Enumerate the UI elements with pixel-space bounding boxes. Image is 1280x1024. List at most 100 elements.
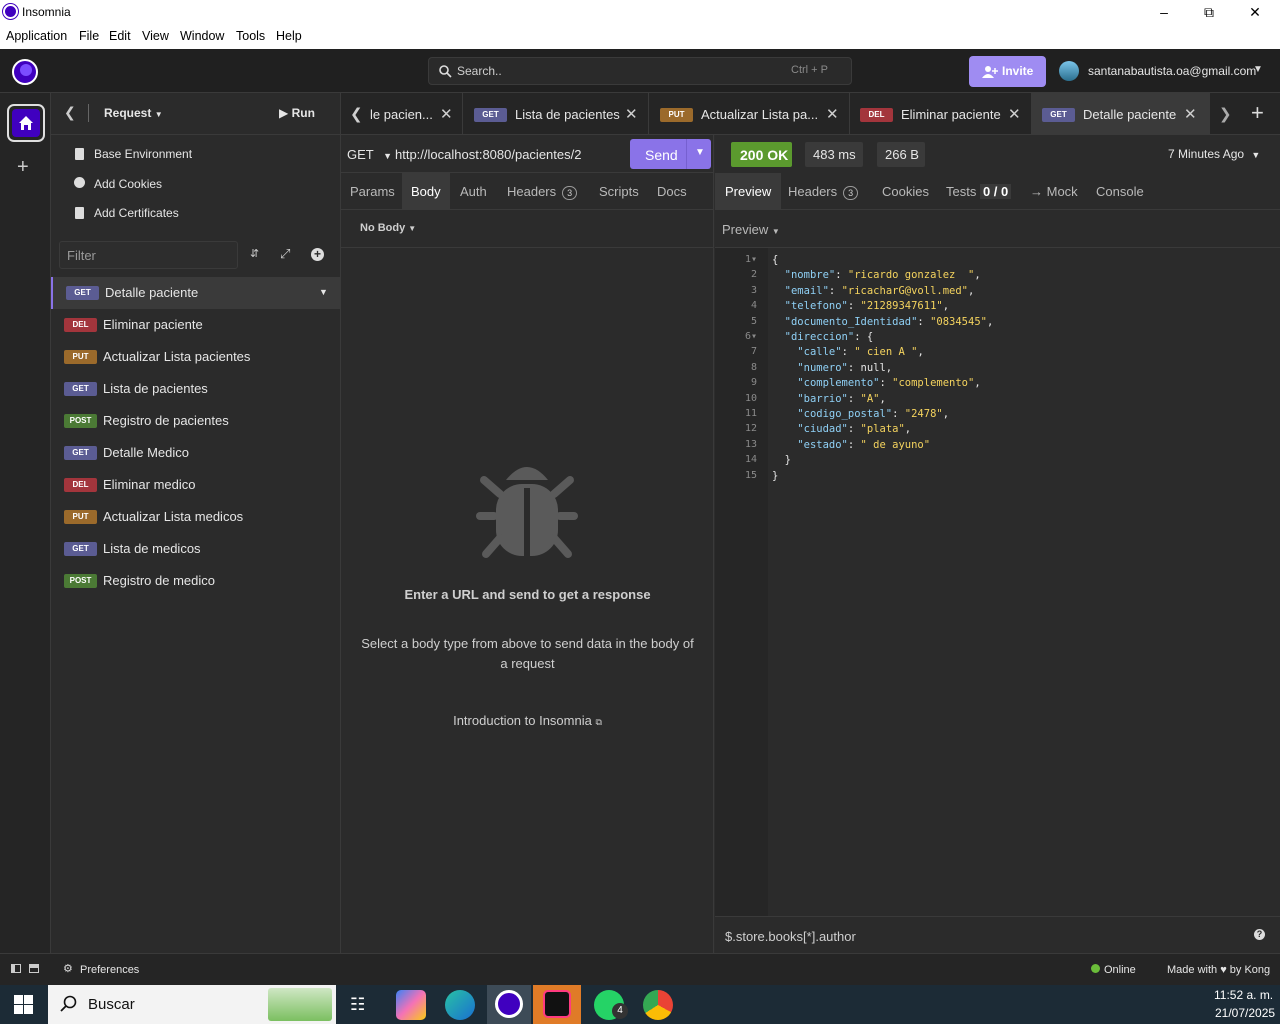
tab-docs[interactable]: Docs bbox=[657, 184, 687, 199]
insomnia-taskbar-icon[interactable] bbox=[495, 990, 523, 1018]
code-line: "documento_Identidad": "0834545", bbox=[784, 315, 994, 328]
tab-cookies[interactable]: Cookies bbox=[882, 184, 929, 199]
minimize-icon[interactable]: – bbox=[1154, 2, 1174, 22]
menu-tools[interactable]: Tools bbox=[236, 29, 265, 43]
response-filter-input[interactable]: $.store.books[*].author ? bbox=[715, 916, 1280, 953]
response-pane bbox=[715, 135, 1280, 953]
taskbar-search[interactable]: Buscar bbox=[48, 985, 336, 1024]
insomnia-home-logo-icon[interactable] bbox=[12, 59, 38, 85]
toggle-sidebar-icon[interactable] bbox=[11, 964, 21, 973]
chrome-icon[interactable] bbox=[643, 990, 673, 1020]
close-window-icon[interactable]: ✕ bbox=[1245, 2, 1265, 22]
home-button[interactable] bbox=[7, 104, 45, 142]
send-button[interactable]: Send ▼ bbox=[630, 139, 711, 169]
tab-actualizar-lista[interactable]: PUT Actualizar Lista pa... ✕ bbox=[649, 93, 850, 135]
taskbar-time[interactable]: 11:52 a. m. bbox=[1214, 988, 1273, 1002]
user-email[interactable]: santanabautista.oa@gmail.com bbox=[1088, 64, 1256, 78]
menu-window[interactable]: Window bbox=[180, 29, 224, 43]
method-badge: PUT bbox=[660, 108, 693, 122]
tab-console[interactable]: Console bbox=[1096, 184, 1144, 199]
search-bar[interactable]: Search.. Ctrl + P bbox=[428, 57, 852, 85]
response-size: 266 B bbox=[885, 147, 919, 162]
maximize-icon[interactable]: ⧉ bbox=[1199, 2, 1219, 22]
new-tab-icon[interactable]: + bbox=[1251, 100, 1264, 126]
tab-scroll-left-icon[interactable]: ❮ bbox=[350, 105, 363, 123]
sidebar-filter-input[interactable]: Filter bbox=[59, 241, 238, 269]
intro-to-insomnia-link[interactable]: Introduction to Insomnia ⧉ bbox=[341, 713, 714, 728]
sidebar-item-eliminar-paciente[interactable]: DEL Eliminar paciente bbox=[51, 309, 340, 341]
run-button[interactable]: ▶ Run bbox=[279, 106, 315, 120]
tab-auth[interactable]: Auth bbox=[460, 184, 487, 199]
sidebar-item-actualizar-lista-pacientes[interactable]: PUT Actualizar Lista pacientes bbox=[51, 341, 340, 373]
body-type-select[interactable]: No Body ▼ bbox=[360, 222, 416, 234]
tab-body[interactable]: Body bbox=[411, 184, 441, 199]
windows-start-icon[interactable] bbox=[14, 995, 34, 1015]
toggle-layout-icon[interactable] bbox=[29, 964, 39, 973]
sidebar-item-eliminar-medico[interactable]: DEL Eliminar medico bbox=[51, 469, 340, 501]
sidebar-item-registro-de-medico[interactable]: POST Registro de medico bbox=[51, 565, 340, 597]
request-dropdown[interactable]: Request ▼ bbox=[104, 106, 163, 120]
sort-icon[interactable]: ⇵ bbox=[250, 247, 259, 260]
tab-headers[interactable]: Headers 3 bbox=[507, 184, 578, 200]
tab-close-icon[interactable]: ✕ bbox=[625, 105, 638, 123]
expand-icon[interactable]: ⤢ bbox=[280, 246, 290, 262]
method-badge: POST bbox=[64, 574, 97, 588]
preferences-button[interactable]: Preferences bbox=[80, 964, 139, 976]
add-project-icon[interactable]: + bbox=[17, 156, 29, 179]
sidebar-item-lista-de-medicos[interactable]: GET Lista de medicos bbox=[51, 533, 340, 565]
tab-close-icon[interactable]: ✕ bbox=[826, 105, 839, 123]
add-certificates-link[interactable]: Add Certificates bbox=[94, 206, 179, 220]
sidebar-item-actualizar-lista-medicos[interactable]: PUT Actualizar Lista medicos bbox=[51, 501, 340, 533]
intellij-icon[interactable] bbox=[543, 990, 571, 1018]
tab-params[interactable]: Params bbox=[350, 184, 395, 199]
tab-le-pacien[interactable]: ❮ le pacien... ✕ bbox=[341, 93, 463, 135]
tab-close-icon[interactable]: ✕ bbox=[440, 105, 453, 123]
tab-preview[interactable]: Preview bbox=[725, 184, 771, 199]
tab-tests[interactable]: Tests 0 / 0 bbox=[946, 184, 1012, 199]
send-options-chevron-icon[interactable]: ▼ bbox=[695, 147, 705, 158]
preview-mode-select[interactable]: Preview ▼ bbox=[722, 222, 780, 237]
edge-icon[interactable] bbox=[445, 990, 475, 1020]
taskbar-date[interactable]: 21/07/2025 bbox=[1215, 1006, 1275, 1020]
online-status: Online bbox=[1104, 964, 1136, 976]
response-history-dropdown[interactable]: 7 Minutes Ago ▼ bbox=[1168, 147, 1260, 161]
avatar[interactable] bbox=[1059, 61, 1079, 81]
invite-button[interactable]: Invite bbox=[969, 56, 1046, 87]
add-cookies-link[interactable]: Add Cookies bbox=[94, 177, 162, 191]
add-request-icon[interactable]: + bbox=[311, 248, 324, 261]
made-with-kong[interactable]: Made with ♥ by Kong bbox=[1167, 964, 1270, 976]
sidebar-item-detalle-paciente[interactable]: GET Detalle paciente ▼ bbox=[51, 277, 340, 309]
base-environment-link[interactable]: Base Environment bbox=[94, 147, 192, 161]
code-line: "direccion": { bbox=[784, 331, 874, 343]
menu-view[interactable]: View bbox=[142, 29, 169, 43]
tab-response-headers[interactable]: Headers 3 bbox=[788, 184, 859, 200]
tab-eliminar-paciente[interactable]: DEL Eliminar paciente ✕ bbox=[850, 93, 1032, 135]
chevron-down-icon: ▼ bbox=[154, 110, 163, 119]
sidebar-item-registro-de-pacientes[interactable]: POST Registro de pacientes bbox=[51, 405, 340, 437]
method-select[interactable]: GET ▼ bbox=[347, 147, 392, 162]
menu-edit[interactable]: Edit bbox=[109, 29, 131, 43]
tab-scroll-right-icon[interactable]: ❯ bbox=[1219, 105, 1232, 123]
tab-detalle-paciente[interactable]: GET Detalle paciente ✕ bbox=[1032, 93, 1210, 135]
help-icon[interactable]: ? bbox=[1254, 929, 1265, 940]
method-badge: GET bbox=[64, 382, 97, 396]
menu-help[interactable]: Help bbox=[276, 29, 302, 43]
back-chevron-icon[interactable]: ❮ bbox=[64, 104, 76, 121]
tab-mock[interactable]: → Mock bbox=[1030, 184, 1078, 199]
search-shortcut: Ctrl + P bbox=[791, 64, 828, 76]
tab-lista-de-pacientes[interactable]: GET Lista de pacientes ✕ bbox=[463, 93, 649, 135]
tab-close-icon[interactable]: ✕ bbox=[1184, 105, 1197, 123]
line-number: 5 bbox=[750, 315, 757, 327]
sidebar-item-lista-de-pacientes[interactable]: GET Lista de pacientes bbox=[51, 373, 340, 405]
url-input[interactable]: http://localhost:8080/pacientes/2 bbox=[395, 147, 581, 162]
line-number: 7 bbox=[750, 346, 757, 358]
copilot-icon[interactable] bbox=[396, 990, 426, 1020]
tab-scripts[interactable]: Scripts bbox=[599, 184, 639, 199]
menu-file[interactable]: File bbox=[79, 29, 99, 43]
account-chevron-down-icon[interactable]: ▼ bbox=[1253, 64, 1263, 75]
menu-application[interactable]: Application bbox=[6, 29, 67, 43]
sidebar-item-detalle-medico[interactable]: GET Detalle Medico bbox=[51, 437, 340, 469]
chevron-down-icon[interactable]: ▼ bbox=[319, 287, 328, 297]
task-view-icon[interactable]: ☷ bbox=[350, 995, 365, 1015]
tab-close-icon[interactable]: ✕ bbox=[1008, 105, 1021, 123]
